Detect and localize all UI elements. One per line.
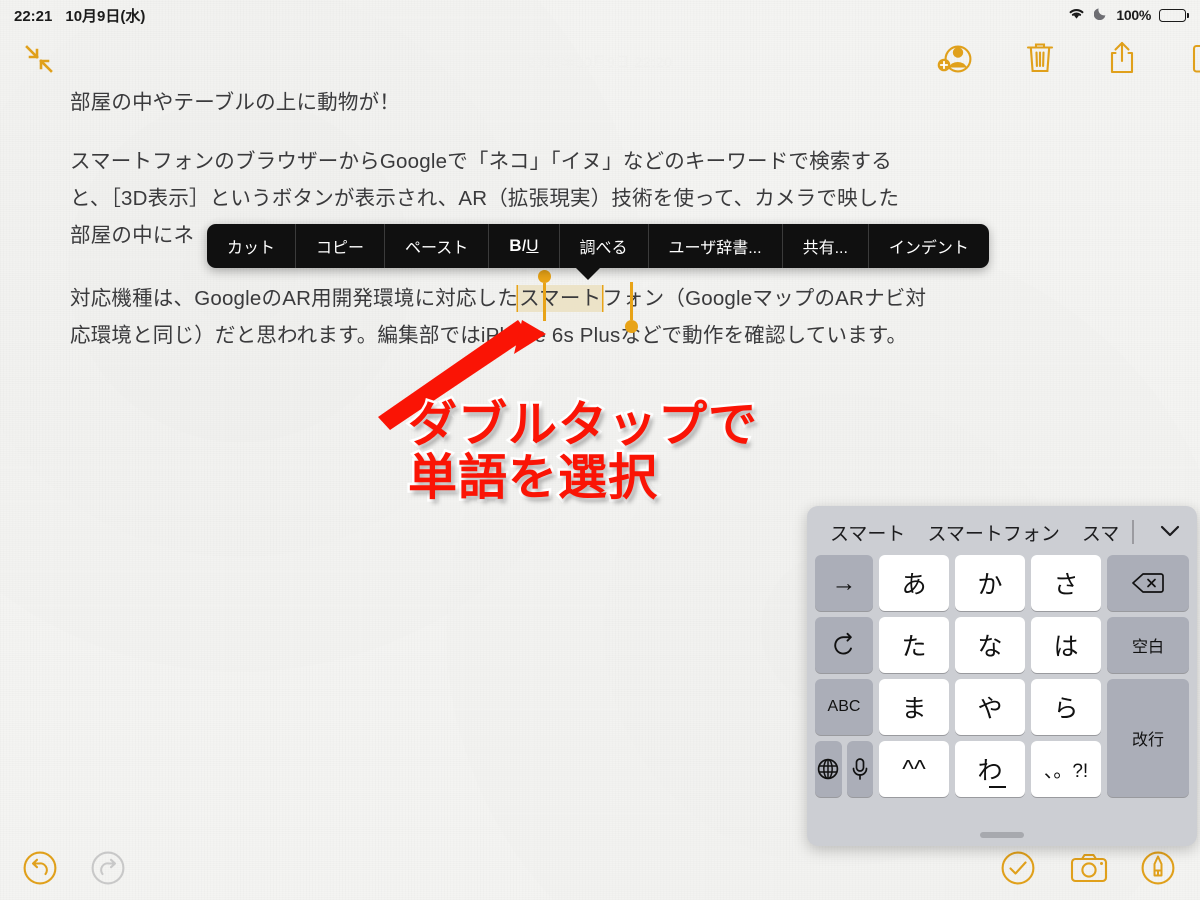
prediction-candidate-2[interactable]: スマートフォン [916,519,1070,546]
key-ra[interactable]: ら [1031,679,1101,735]
selected-word[interactable]: スマート [518,285,603,312]
key-globe[interactable] [815,741,842,797]
annotation-line-1: ダブルタップで [405,396,759,454]
key-undo[interactable] [815,617,873,673]
markup-pen-icon[interactable] [1140,850,1176,891]
note-paragraph-3-line-1: 対応機種は、GoogleのAR用開発環境に対応したスマートフォン（Googleマ… [70,280,980,317]
text-caret [1132,520,1135,544]
redo-icon [90,850,126,891]
key-space[interactable]: 空白 [1107,617,1189,673]
key-return[interactable]: 改行 [1107,679,1189,797]
menu-item-style[interactable]: BIU [489,224,560,268]
key-ta[interactable]: た [879,617,949,673]
key-sa[interactable]: さ [1031,555,1101,611]
menu-item-indent[interactable]: インデント [869,224,989,268]
keyboard-key-grid[interactable]: → あ か さ た な は 空白 ABC ま や ら 改行 ^^ わ 、。?! [815,555,1189,797]
key-emoticon[interactable]: ^^ [879,741,949,797]
camera-icon[interactable] [1070,852,1108,889]
key-punctuation[interactable]: 、。?! [1031,741,1101,797]
status-bar: 22:21 10月9日(水) 100% [0,0,1200,30]
status-date: 10月9日(水) [65,7,146,25]
key-microphone[interactable] [846,741,873,797]
note-paragraph-2-line-2: と、［3D表示］というボタンが表示され、AR（拡張現実）技術を使って、カメラで映… [70,187,900,210]
key-next-candidate[interactable]: → [815,555,873,611]
floating-keyboard[interactable]: スマート スマートフォン スマ → あ か さ た な は 空白 ABC ま や… [807,506,1197,846]
keyboard-globe-mic-group[interactable] [815,741,873,797]
annotation-line-2: 単語を選択 [405,449,659,507]
note-date-header: 2019年10月9日 22:20 [527,54,673,70]
note-paragraph-2-line-1: スマートフォンのブラウザーからGoogleで「ネコ」「イヌ」などのキーワードで検… [70,150,892,173]
style-underline-label: U [526,236,539,255]
prediction-candidate-1[interactable]: スマート [819,519,916,546]
key-ma[interactable]: ま [879,679,949,735]
battery-icon [1159,8,1189,22]
key-wa[interactable]: わ [955,741,1025,797]
key-backspace[interactable] [1107,555,1189,611]
key-ka[interactable]: か [955,555,1025,611]
wifi-icon [1067,6,1086,24]
menu-item-paste[interactable]: ペースト [385,224,490,268]
keyboard-drag-handle[interactable] [980,832,1024,838]
key-na[interactable]: な [955,617,1025,673]
menu-item-lookup[interactable]: 調べる [560,224,649,268]
selection-handle-start[interactable] [538,270,551,321]
note-text-before-selection: 対応機種は、GoogleのAR用開発環境に対応した [70,287,519,310]
menu-item-cut[interactable]: カット [207,224,297,268]
menu-item-copy[interactable]: コピー [296,224,386,268]
status-time: 22:21 [14,7,53,25]
note-paragraph-1: 部屋の中やテーブルの上に動物が！ [70,91,400,114]
bottom-toolbar [0,838,1200,900]
key-ya[interactable]: や [955,679,1025,735]
status-bar-left: 22:21 10月9日(水) [14,5,145,26]
checkmark-circle-icon[interactable] [1000,850,1036,891]
chevron-down-icon[interactable] [1157,521,1183,546]
key-abc[interactable]: ABC [815,679,873,735]
prediction-candidate-3[interactable]: スマ [1071,519,1130,546]
moon-do-not-disturb-icon [1094,6,1108,24]
note-text-after-selection: フォン（GoogleマップのARナビ対 [602,287,927,310]
menu-item-user-dictionary[interactable]: ユーザ辞書... [649,224,783,268]
status-bar-right: 100% [1067,6,1189,24]
context-menu-pointer [575,267,601,280]
note-content[interactable]: 部屋の中やテーブルの上に動物が！ スマートフォンのブラウザーからGoogleで「… [70,84,980,354]
selection-handle-end[interactable] [625,282,638,333]
text-context-menu[interactable]: カット コピー ペースト BIU 調べる ユーザ辞書... 共有... インデン… [207,224,989,268]
key-ha[interactable]: は [1031,617,1101,673]
key-a[interactable]: あ [879,555,949,611]
annotation-text: ダブルタップで 単語を選択 [405,396,759,507]
undo-icon[interactable] [22,850,58,891]
keyboard-prediction-bar[interactable]: スマート スマートフォン スマ [815,512,1189,552]
battery-percent: 100% [1116,7,1151,23]
style-bold-label: B [509,236,522,255]
menu-item-share[interactable]: 共有... [783,224,869,268]
